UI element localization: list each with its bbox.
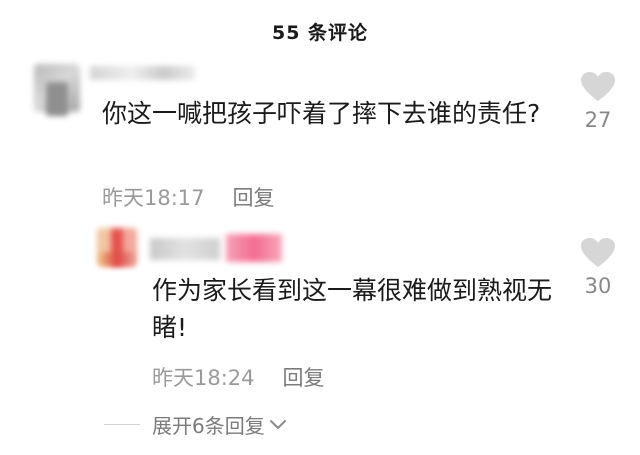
- reply-username-badge: [226, 234, 282, 262]
- comment-meta: 昨天18:17 回复: [102, 182, 275, 212]
- reply-like-count: 30: [584, 274, 612, 298]
- comment-time: 昨天18:17: [102, 186, 205, 210]
- reply-like-button[interactable]: 30: [578, 238, 618, 298]
- reply-username[interactable]: [150, 238, 220, 260]
- like-count: 27: [584, 108, 612, 132]
- expand-replies-label: 展开6条回复: [152, 414, 265, 438]
- comment-count-title: 55 条评论: [271, 22, 369, 44]
- comment-text: 你这一喊把孩子吓着了摔下去谁的责任?: [102, 99, 541, 128]
- divider-line: [104, 424, 140, 425]
- heart-icon: [581, 72, 615, 101]
- comments-panel: 55 条评论 你这一喊把孩子吓着了摔下去谁的责任? 昨天18:17 回复 27 作…: [0, 0, 640, 455]
- reply-text: 作为家长看到这一幕很难做到熟视无睹!: [152, 276, 553, 342]
- avatar-detail: [46, 82, 68, 116]
- reply-reply-button[interactable]: 回复: [283, 366, 325, 390]
- reply-button[interactable]: 回复: [233, 186, 275, 210]
- reply-meta: 昨天18:24 回复: [152, 362, 325, 392]
- heart-icon: [581, 238, 615, 267]
- reply-time: 昨天18:24: [152, 366, 255, 390]
- expand-replies-button[interactable]: 展开6条回复: [104, 410, 287, 439]
- reply-avatar-detail: [100, 252, 134, 266]
- chevron-down-icon: [269, 419, 286, 429]
- username[interactable]: [90, 66, 195, 80]
- like-button[interactable]: 27: [578, 72, 618, 132]
